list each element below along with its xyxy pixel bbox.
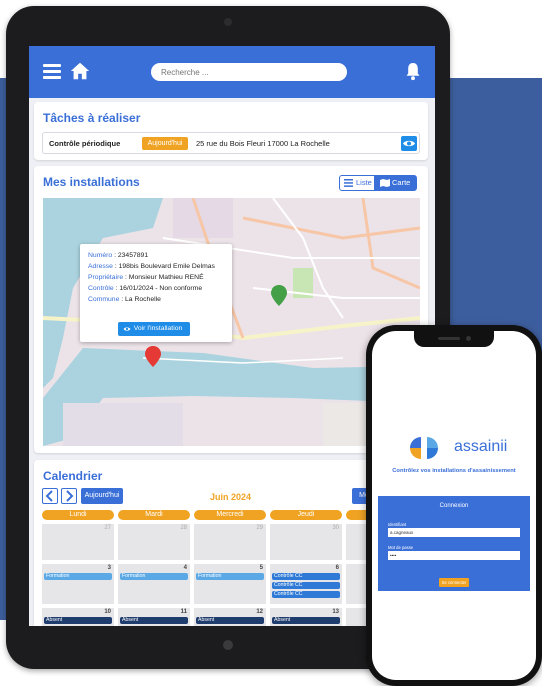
popup-numero: Numéro : 23457891 <box>88 252 149 259</box>
popup-controle: Contrôle : 16/01/2024 - Non conforme <box>88 285 203 292</box>
password-field[interactable] <box>388 551 520 560</box>
event-absent[interactable]: Absent <box>44 617 112 624</box>
calendar-cell[interactable]: 4 Formation <box>118 564 190 604</box>
calendar-today-button[interactable]: Aujourd'hui <box>81 488 123 504</box>
tasks-card: Tâches à réaliser Contrôle périodique Au… <box>34 102 428 160</box>
brand-tagline: Contrôlez vos installations d'assainisse… <box>392 468 516 474</box>
popup-commune: Commune : La Rochelle <box>88 296 161 303</box>
map-view-button[interactable]: Carte <box>375 175 417 191</box>
event-controle-cc[interactable]: Contrôle CC <box>272 582 340 589</box>
map-view-label: Carte <box>392 178 411 187</box>
event-absent[interactable]: Absent <box>196 617 264 624</box>
tasks-title: Tâches à réaliser <box>43 111 141 125</box>
phone-device: assainii Contrôlez vos installations d'a… <box>366 325 542 686</box>
list-icon <box>344 179 353 187</box>
eye-icon <box>123 327 131 331</box>
installations-map[interactable]: Numéro : 23457891 Adresse : 198bis Boule… <box>43 198 420 446</box>
popup-proprietaire: Propriétaire : Monsieur Mathieu RENÉ <box>88 274 204 281</box>
phone-screen: assainii Contrôlez vos installations d'a… <box>372 331 536 680</box>
calendar-cell[interactable]: 3 Formation <box>42 564 114 604</box>
day-header-wednesday: Mercredi <box>194 510 266 520</box>
calendar-cell[interactable]: 10 Absent <box>42 608 114 626</box>
event-controle-cc[interactable]: Contrôle CC <box>272 573 340 580</box>
menu-icon[interactable] <box>43 64 61 80</box>
installation-popup: Numéro : 23457891 Adresse : 198bis Boule… <box>80 244 232 342</box>
calendar-next-button[interactable] <box>61 488 77 504</box>
calendar-cell[interactable]: 28 <box>118 524 190 560</box>
calendar-cell[interactable]: 5 Formation <box>194 564 266 604</box>
password-label: Mot de passe <box>388 545 414 550</box>
event-controle-cc[interactable]: Contrôle CC <box>272 591 340 598</box>
day-header-monday: Lundi <box>42 510 114 520</box>
marketing-composite: Tâches à réaliser Contrôle périodique Au… <box>0 0 542 686</box>
calendar-cell[interactable]: 6 Contrôle CC Contrôle CC Contrôle CC <box>270 564 342 604</box>
chevron-right-icon <box>66 490 74 502</box>
tablet-home-button <box>223 640 233 650</box>
installations-title: Mes installations <box>43 175 140 189</box>
login-title: Connexion <box>439 503 469 509</box>
calendar-cell[interactable]: 30 <box>270 524 342 560</box>
event-formation[interactable]: Formation <box>196 573 264 580</box>
day-header-tuesday: Mardi <box>118 510 190 520</box>
calendar-cell[interactable]: 27 <box>42 524 114 560</box>
calendar-title: Calendrier <box>43 469 103 483</box>
calendar-cell[interactable]: 11 Absent <box>118 608 190 626</box>
calendar-month: Juin 2024 <box>210 492 252 502</box>
popup-adresse: Adresse : 198bis Boulevard Emile Delmas <box>88 263 215 270</box>
brand-name: assainii <box>454 438 508 455</box>
calendar-cell[interactable]: 12 Absent <box>194 608 266 626</box>
event-formation[interactable]: Formation <box>120 573 188 580</box>
event-formation[interactable]: Formation <box>44 573 112 580</box>
phone-notch <box>414 331 494 347</box>
phone-camera <box>466 336 471 341</box>
task-row[interactable]: Contrôle périodique Aujourd'hui 25 rue d… <box>42 132 420 154</box>
list-view-label: Liste <box>356 178 372 187</box>
task-date-badge: Aujourd'hui <box>142 137 188 150</box>
view-installation-button[interactable]: Voir l'installation <box>118 322 190 336</box>
eye-icon <box>403 140 415 147</box>
assainii-logo-icon <box>410 437 438 459</box>
search-input[interactable] <box>151 63 347 81</box>
view-task-button[interactable] <box>401 136 417 151</box>
event-absent[interactable]: Absent <box>272 617 340 624</box>
top-navbar <box>29 46 435 98</box>
home-icon[interactable] <box>69 60 91 82</box>
calendar-prev-button[interactable] <box>42 488 58 504</box>
login-form: Connexion Identifiant Mot de passe Se co… <box>378 496 530 591</box>
day-header-thursday: Jeudi <box>270 510 342 520</box>
tablet-camera <box>224 18 232 26</box>
list-view-button[interactable]: Liste <box>339 175 375 191</box>
task-address: 25 rue du Bois Fleuri 17000 La Rochelle <box>196 139 330 148</box>
task-label: Contrôle périodique <box>49 139 121 148</box>
map-icon <box>380 179 390 187</box>
calendar-cell[interactable]: 29 <box>194 524 266 560</box>
phone-speaker <box>438 337 460 340</box>
login-button[interactable]: Se connecter <box>439 578 469 587</box>
chevron-left-icon <box>45 490 53 502</box>
username-label: Identifiant <box>388 522 407 527</box>
calendar-cell[interactable]: 13 Absent <box>270 608 342 626</box>
event-absent[interactable]: Absent <box>120 617 188 624</box>
username-field[interactable] <box>388 528 520 537</box>
bell-icon[interactable] <box>405 61 421 81</box>
